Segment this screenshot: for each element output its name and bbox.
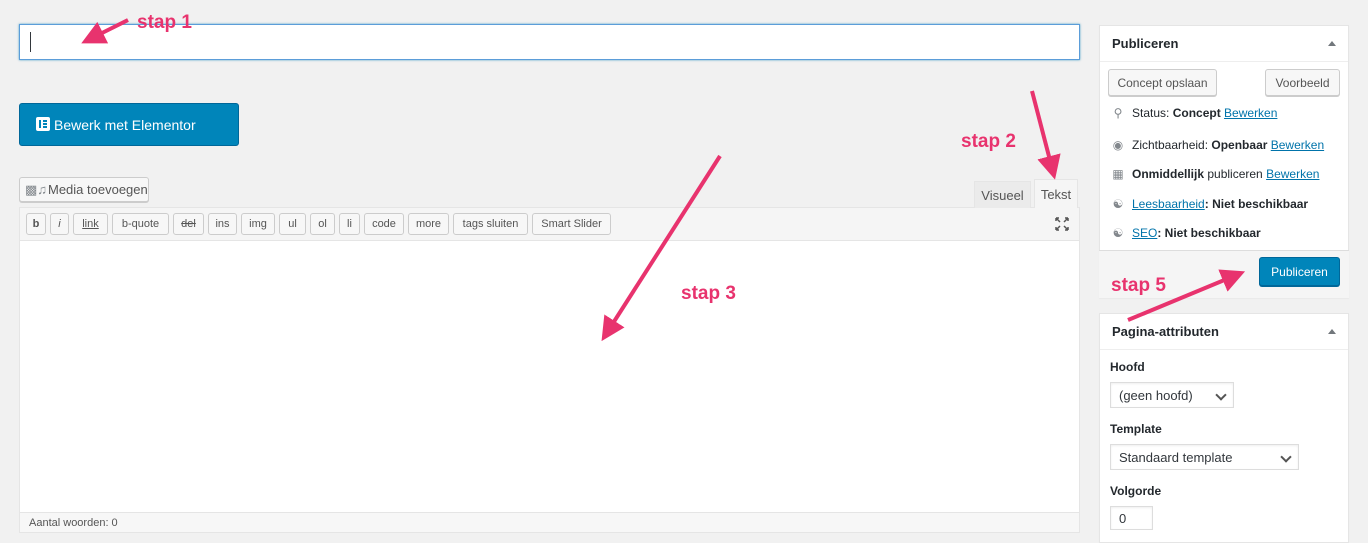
text-caret xyxy=(30,32,31,52)
yoast-seo-icon: ☯ xyxy=(1112,226,1124,240)
readability-row: ☯ Leesbaarheid: Niet beschikbaar xyxy=(1110,195,1309,213)
annotation-stap-3: stap 3 xyxy=(681,283,736,304)
qt-smart-slider-button[interactable]: Smart Slider xyxy=(532,213,611,235)
visibility-row: ◉ Zichtbaarheid: Openbaar Bewerken xyxy=(1110,136,1324,154)
collapse-arrow-icon[interactable] xyxy=(1328,41,1336,46)
order-input[interactable]: 0 xyxy=(1110,506,1153,530)
chevron-down-icon xyxy=(1280,451,1292,463)
add-media-label: Media toevoegen xyxy=(48,182,148,197)
qt-code-button[interactable]: code xyxy=(364,213,404,235)
eye-icon: ◉ xyxy=(1112,138,1124,152)
page-attributes-title: Pagina-attributen xyxy=(1100,314,1348,350)
template-select[interactable]: Standaard template xyxy=(1110,444,1299,470)
qt-img-button[interactable]: img xyxy=(241,213,275,235)
edit-visibility-link[interactable]: Bewerken xyxy=(1271,138,1324,152)
qt-bold-button[interactable]: b xyxy=(26,213,46,235)
preview-button[interactable]: Voorbeeld xyxy=(1265,69,1340,96)
qt-ol-button[interactable]: ol xyxy=(310,213,335,235)
qt-ul-button[interactable]: ul xyxy=(279,213,306,235)
qt-close-tags-button[interactable]: tags sluiten xyxy=(453,213,528,235)
status-row: ⚲ Status: Concept Bewerken xyxy=(1110,104,1278,122)
arrow-stap-2 xyxy=(1030,90,1061,180)
edit-status-link[interactable]: Bewerken xyxy=(1224,106,1277,120)
fullscreen-icon[interactable] xyxy=(1054,216,1070,232)
publish-button[interactable]: Publiceren xyxy=(1259,257,1340,286)
qt-more-button[interactable]: more xyxy=(408,213,449,235)
elementor-button-label: Bewerk met Elementor xyxy=(54,116,196,133)
seo-row: ☯ SEO: Niet beschikbaar xyxy=(1110,224,1261,242)
save-draft-button[interactable]: Concept opslaan xyxy=(1108,69,1217,96)
edit-with-elementor-button[interactable]: Bewerk met Elementor xyxy=(19,103,239,146)
media-icon: ▩♫ xyxy=(25,182,48,197)
pin-icon: ⚲ xyxy=(1113,106,1123,120)
yoast-readability-icon: ☯ xyxy=(1112,197,1124,211)
parent-label: Hoofd xyxy=(1110,360,1145,374)
qt-link-button[interactable]: link xyxy=(73,213,108,235)
readability-link[interactable]: Leesbaarheid xyxy=(1132,197,1205,211)
parent-select[interactable]: (geen hoofd) xyxy=(1110,382,1234,408)
elementor-icon xyxy=(36,117,50,131)
annotation-stap-2: stap 2 xyxy=(961,131,1016,152)
chevron-down-icon xyxy=(1215,389,1227,401)
calendar-icon: ▦ xyxy=(1112,167,1124,181)
qt-del-button[interactable]: del xyxy=(173,213,204,235)
qt-bquote-button[interactable]: b-quote xyxy=(112,213,169,235)
collapse-arrow-icon[interactable] xyxy=(1328,329,1336,334)
publish-box-title: Publiceren xyxy=(1100,26,1348,62)
edit-schedule-link[interactable]: Bewerken xyxy=(1266,167,1319,181)
seo-link[interactable]: SEO xyxy=(1132,226,1157,240)
template-label: Template xyxy=(1110,422,1162,436)
schedule-row: ▦ Onmiddellijk publiceren Bewerken xyxy=(1110,165,1319,183)
qt-ins-button[interactable]: ins xyxy=(208,213,237,235)
word-count: Aantal woorden: 0 xyxy=(20,512,1079,532)
editor-area[interactable] xyxy=(19,207,1080,533)
tab-visueel[interactable]: Visueel xyxy=(974,181,1031,208)
tab-tekst[interactable]: Tekst xyxy=(1034,179,1078,208)
qt-italic-button[interactable]: i xyxy=(50,213,69,235)
annotation-stap-5: stap 5 xyxy=(1111,275,1166,296)
qt-li-button[interactable]: li xyxy=(339,213,360,235)
annotation-stap-1: stap 1 xyxy=(137,12,192,33)
order-label: Volgorde xyxy=(1110,484,1162,498)
